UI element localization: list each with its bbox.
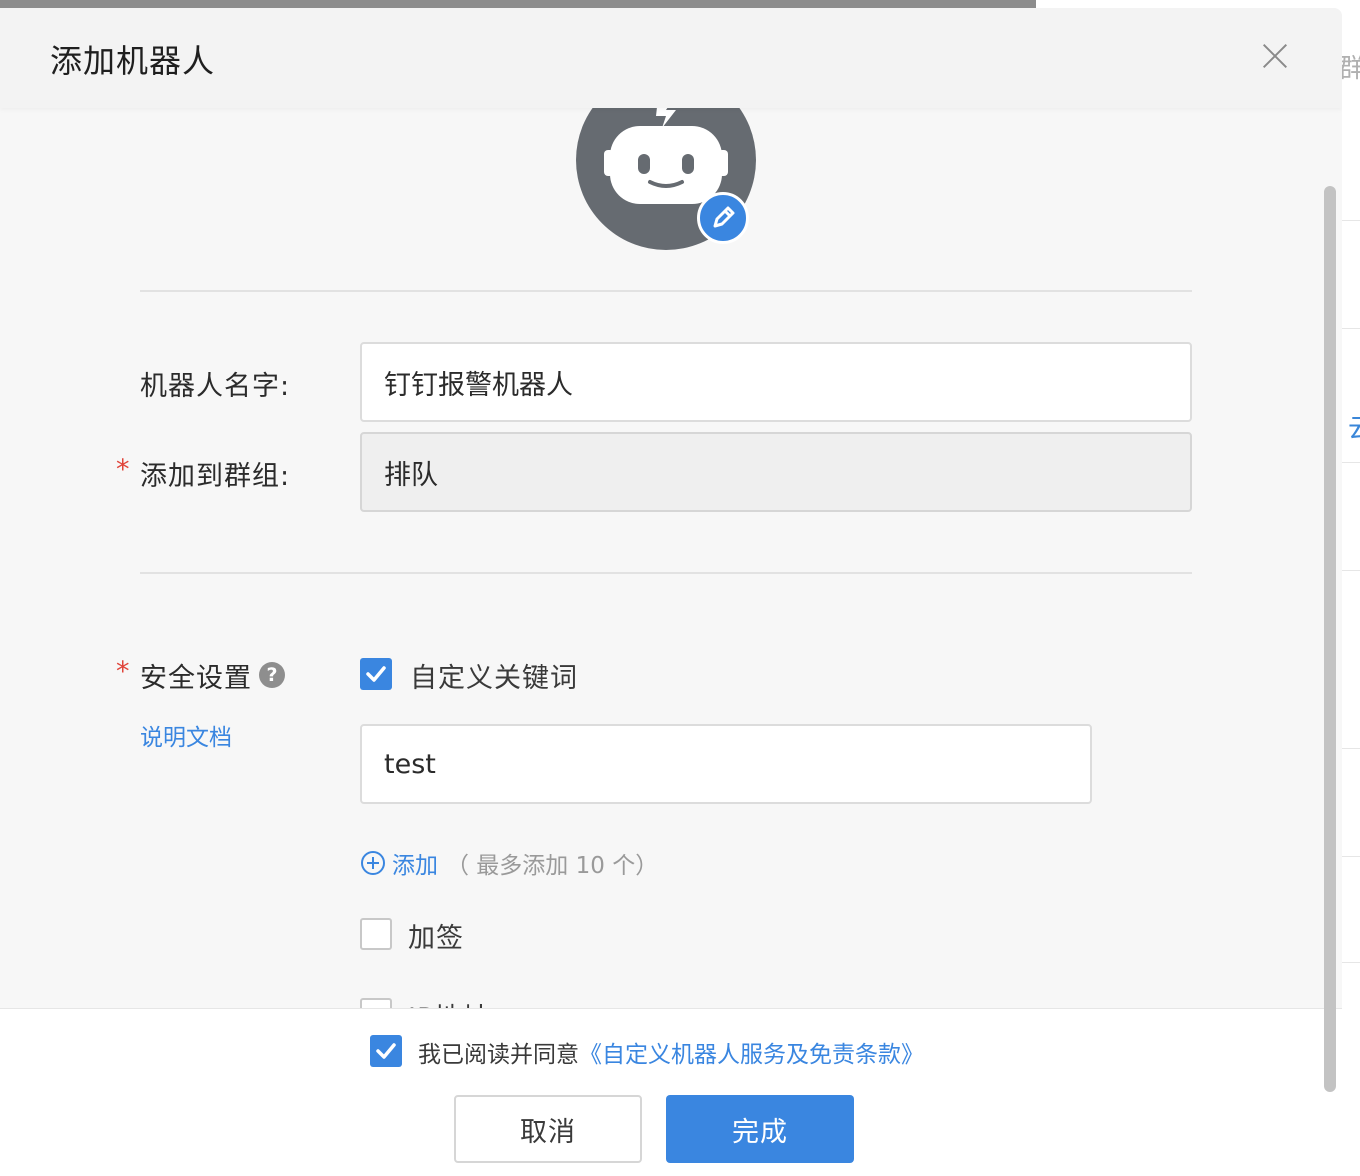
ip-checkbox[interactable] <box>360 998 392 1008</box>
required-mark: * <box>116 454 130 485</box>
agree-text: 我已阅读并同意 <box>418 1042 579 1068</box>
cancel-button[interactable]: 取消 <box>454 1095 642 1163</box>
ip-option-row: IP地址（段） <box>360 996 560 1008</box>
pencil-icon <box>713 206 735 228</box>
sign-checkbox[interactable] <box>360 918 392 950</box>
sign-option-label: 加签 <box>408 923 464 954</box>
dialog-title: 添加机器人 <box>50 42 216 80</box>
terms-link[interactable]: 《自定义机器人服务及免责条款》 <box>579 1042 924 1068</box>
checkmark-icon <box>376 1043 396 1059</box>
agree-checkbox[interactable] <box>370 1035 402 1067</box>
keyword-option-label: 自定义关键词 <box>410 663 578 694</box>
robot-name-input[interactable]: 钉钉报警机器人 <box>360 342 1192 422</box>
edit-avatar-button[interactable] <box>697 192 749 244</box>
section-divider <box>140 290 1192 292</box>
agree-statement: 我已阅读并同意《自定义机器人服务及免责条款》 <box>418 1035 924 1069</box>
dialog-footer: 我已阅读并同意《自定义机器人服务及免责条款》 取消 完成 <box>0 1008 1342 1176</box>
doc-link[interactable]: 说明文档 <box>140 718 232 752</box>
group-select[interactable]: 排队 <box>360 432 1192 512</box>
group-label: 添加到群组: <box>140 461 291 492</box>
background-link: 云 <box>1348 408 1360 445</box>
close-icon[interactable] <box>1256 38 1294 76</box>
ip-option-label: IP地址（段） <box>408 996 560 1008</box>
add-keyword-button[interactable]: 添加 （ 最多添加 10 个） <box>360 846 658 880</box>
done-button[interactable]: 完成 <box>666 1095 854 1163</box>
add-keyword-label: 添加 <box>392 853 438 879</box>
dialog-header: 添加机器人 <box>0 8 1342 108</box>
keyword-checkbox[interactable] <box>360 658 392 690</box>
checkmark-icon <box>366 666 386 682</box>
scrollbar[interactable] <box>1324 186 1336 1092</box>
robot-name-label: 机器人名字: <box>140 371 291 402</box>
required-mark: * <box>116 656 130 687</box>
add-robot-dialog: 添加机器人 机器人名字: 钉钉报警机器人 * 添加到群组: 排队 * 安全设置 … <box>0 8 1342 1176</box>
section-divider <box>140 572 1192 574</box>
plus-circle-icon <box>361 851 385 875</box>
keyword-input[interactable]: test <box>360 724 1092 804</box>
security-label: 安全设置 <box>140 663 252 694</box>
help-icon[interactable]: ? <box>259 662 285 688</box>
add-keyword-hint: （ 最多添加 10 个） <box>446 853 659 879</box>
